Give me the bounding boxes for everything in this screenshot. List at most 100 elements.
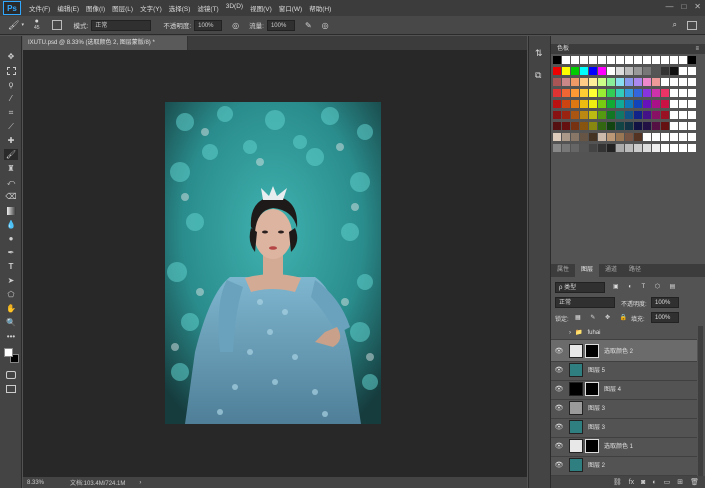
- color-swatch[interactable]: [679, 100, 687, 108]
- color-swatch[interactable]: [616, 122, 624, 130]
- color-swatch[interactable]: [562, 144, 570, 152]
- color-swatch[interactable]: [670, 67, 678, 75]
- color-swatch[interactable]: [643, 56, 651, 64]
- color-swatch[interactable]: [598, 89, 606, 97]
- flow-input[interactable]: 100%: [266, 19, 295, 31]
- color-swatch[interactable]: [670, 100, 678, 108]
- menu-type[interactable]: 文字(Y): [140, 3, 162, 13]
- brush-tool-icon[interactable]: 🖌: [4, 149, 18, 160]
- opacity-input[interactable]: 100%: [194, 19, 223, 31]
- chevron-down-icon[interactable]: ▾: [21, 22, 24, 28]
- color-swatch[interactable]: [571, 144, 579, 152]
- color-swatch[interactable]: [643, 100, 651, 108]
- foreground-color-swatch[interactable]: [4, 348, 13, 357]
- color-swatch[interactable]: [598, 111, 606, 119]
- color-swatch[interactable]: [589, 111, 597, 119]
- color-swatch[interactable]: [580, 67, 588, 75]
- color-swatch[interactable]: [553, 67, 561, 75]
- color-swatch[interactable]: [580, 133, 588, 141]
- color-swatch[interactable]: [616, 133, 624, 141]
- color-swatch[interactable]: [661, 67, 669, 75]
- color-swatch[interactable]: [679, 111, 687, 119]
- workspace-icon[interactable]: [687, 20, 697, 30]
- menu-file[interactable]: 文件(F): [29, 3, 50, 13]
- color-swatch[interactable]: [688, 78, 696, 86]
- color-swatch[interactable]: [634, 89, 642, 97]
- menu-edit[interactable]: 编辑(E): [57, 3, 79, 13]
- color-swatch[interactable]: [616, 56, 624, 64]
- layer-thumbnail[interactable]: [569, 343, 583, 358]
- new-group-icon[interactable]: ▭: [664, 478, 671, 486]
- color-swatch[interactable]: [580, 144, 588, 152]
- color-swatch[interactable]: [598, 56, 606, 64]
- color-swatch[interactable]: [616, 100, 624, 108]
- color-swatch[interactable]: [607, 56, 615, 64]
- color-swatch[interactable]: [598, 78, 606, 86]
- history-panel-icon[interactable]: ⇅: [535, 48, 543, 59]
- color-swatch[interactable]: [688, 122, 696, 130]
- color-swatch[interactable]: [643, 122, 651, 130]
- color-swatch[interactable]: [589, 78, 597, 86]
- color-swatch[interactable]: [652, 67, 660, 75]
- eye-icon[interactable]: 👁: [551, 347, 567, 355]
- brush-panel-icon[interactable]: [51, 20, 62, 30]
- color-swatch[interactable]: [679, 78, 687, 86]
- canvas-area[interactable]: [23, 50, 527, 477]
- color-swatch[interactable]: [688, 89, 696, 97]
- color-swatch[interactable]: [607, 133, 615, 141]
- close-button[interactable]: ✕: [694, 2, 701, 11]
- color-swatch[interactable]: [643, 133, 651, 141]
- color-swatch[interactable]: [562, 78, 570, 86]
- color-swatch[interactable]: [661, 78, 669, 86]
- layer-row[interactable]: › 📁 fuhai: [551, 326, 697, 340]
- color-swatch[interactable]: [679, 56, 687, 64]
- color-swatch[interactable]: [571, 67, 579, 75]
- tab-layers[interactable]: 图层: [575, 264, 600, 277]
- layers-scrollbar[interactable]: [698, 326, 703, 476]
- layer-opacity-input[interactable]: 100%: [651, 297, 679, 308]
- color-swatch[interactable]: [625, 122, 633, 130]
- color-swatch[interactable]: [598, 133, 606, 141]
- color-swatch[interactable]: [634, 100, 642, 108]
- blend-mode-select[interactable]: 正常: [555, 297, 615, 308]
- color-swatch[interactable]: [607, 89, 615, 97]
- zoom-level[interactable]: 8.33%: [27, 480, 44, 486]
- color-swatch[interactable]: [625, 111, 633, 119]
- color-swatch[interactable]: [679, 67, 687, 75]
- pressure-size-icon[interactable]: ◎: [322, 21, 329, 30]
- eye-icon[interactable]: 👁: [551, 385, 567, 393]
- color-swatch[interactable]: [643, 67, 651, 75]
- minimize-button[interactable]: —: [665, 2, 673, 11]
- color-swatch[interactable]: [616, 144, 624, 152]
- quick-select-tool-icon[interactable]: ⁄: [4, 93, 18, 104]
- color-swatch[interactable]: [661, 122, 669, 130]
- eye-icon[interactable]: 👁: [551, 442, 567, 450]
- color-swatch[interactable]: [634, 122, 642, 130]
- eye-icon[interactable]: 👁: [551, 366, 567, 374]
- color-swatch[interactable]: [553, 78, 561, 86]
- color-swatch[interactable]: [598, 67, 606, 75]
- lock-icons[interactable]: ▦ ✎ ✥ 🔒: [575, 314, 631, 321]
- color-swatch[interactable]: [661, 100, 669, 108]
- fill-input[interactable]: 100%: [651, 312, 679, 323]
- color-swatch[interactable]: [670, 122, 678, 130]
- type-tool-icon[interactable]: T: [4, 261, 18, 272]
- color-swatch[interactable]: [652, 122, 660, 130]
- color-swatch[interactable]: [661, 56, 669, 64]
- color-swatch[interactable]: [661, 89, 669, 97]
- color-swatch[interactable]: [688, 111, 696, 119]
- color-swatch[interactable]: [616, 89, 624, 97]
- actions-panel-icon[interactable]: ⧉: [535, 70, 541, 81]
- gradient-tool-icon[interactable]: [4, 205, 18, 216]
- color-swatch[interactable]: [607, 67, 615, 75]
- color-swatch[interactable]: [589, 122, 597, 130]
- color-swatch[interactable]: [634, 133, 642, 141]
- color-swatch[interactable]: [589, 89, 597, 97]
- color-swatch[interactable]: [589, 100, 597, 108]
- color-swatch[interactable]: [643, 111, 651, 119]
- filter-icons[interactable]: ▣ ◐ T ⬡ ▤: [613, 283, 679, 290]
- color-swatch[interactable]: [643, 89, 651, 97]
- color-swatch[interactable]: [634, 78, 642, 86]
- color-swatch[interactable]: [553, 122, 561, 130]
- color-swatch[interactable]: [580, 56, 588, 64]
